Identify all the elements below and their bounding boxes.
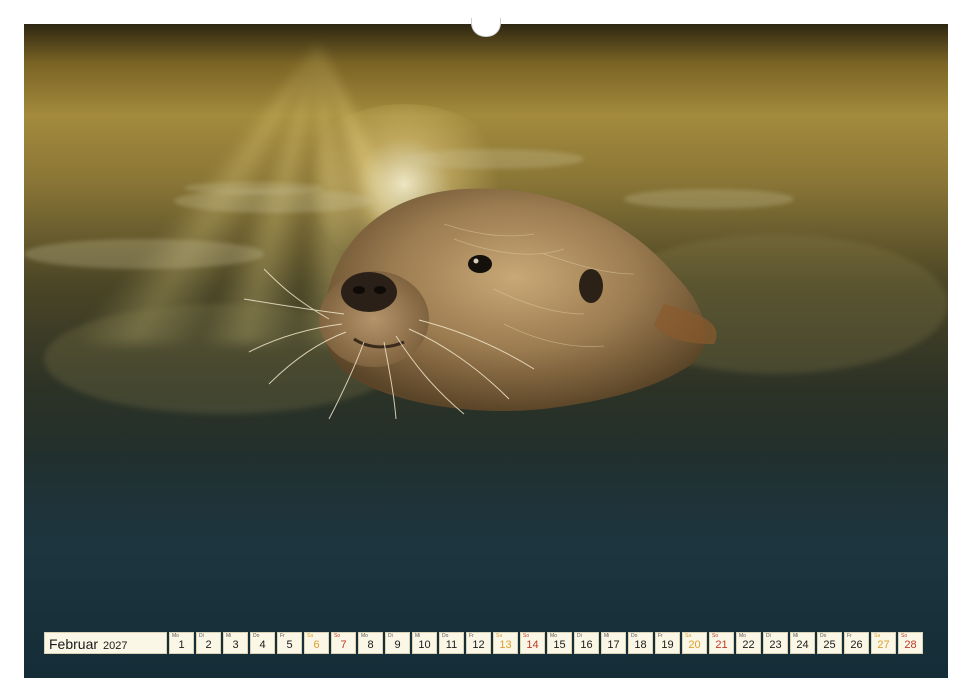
day-cell: Sa 27	[871, 632, 896, 654]
day-number: 7	[340, 639, 347, 651]
day-cell: Do 25	[817, 632, 842, 654]
day-number: 23	[769, 639, 782, 651]
day-cell: Fr 12	[466, 632, 491, 654]
day-cell: So 7	[331, 632, 356, 654]
day-number: 1	[178, 639, 185, 651]
day-number: 16	[580, 639, 593, 651]
day-number: 6	[313, 639, 320, 651]
otter-illustration	[243, 188, 717, 420]
month-calendar-strip: Februar 2027 Mo 1 Di 2 Mi 3 Do 4 Fr 5 Sa 6 So 7 Mo 8 Di 9…	[44, 632, 928, 656]
day-number: 12	[472, 639, 485, 651]
day-number: 2	[205, 639, 212, 651]
day-cell: Mo 8	[358, 632, 383, 654]
day-cell: So 21	[709, 632, 734, 654]
day-cell: Di 9	[385, 632, 410, 654]
day-cell: Mo 1	[169, 632, 194, 654]
day-number: 9	[394, 639, 401, 651]
day-number: 20	[688, 639, 701, 651]
day-cells: Mo 1 Di 2 Mi 3 Do 4 Fr 5 Sa 6 So 7 Mo 8 Di 9 Mi 10 Do 11 Fr 12 S…	[169, 632, 923, 656]
day-cell: Sa 13	[493, 632, 518, 654]
day-number: 27	[877, 639, 890, 651]
day-number: 28	[904, 639, 917, 651]
day-number: 19	[661, 639, 674, 651]
day-cell: Mi 10	[412, 632, 437, 654]
day-cell: Mi 24	[790, 632, 815, 654]
day-number: 21	[715, 639, 728, 651]
day-number: 25	[823, 639, 836, 651]
day-number: 5	[286, 639, 293, 651]
day-number: 17	[607, 639, 620, 651]
day-cell: So 14	[520, 632, 545, 654]
day-cell: Fr 19	[655, 632, 680, 654]
day-cell: Di 2	[196, 632, 221, 654]
day-cell: Mo 15	[547, 632, 572, 654]
day-cell: Di 16	[574, 632, 599, 654]
day-cell: Mi 17	[601, 632, 626, 654]
day-cell: Fr 5	[277, 632, 302, 654]
day-cell: Mo 22	[736, 632, 761, 654]
day-number: 18	[634, 639, 647, 651]
day-cell: Mi 3	[223, 632, 248, 654]
day-number: 26	[850, 639, 863, 651]
day-cell: Do 4	[250, 632, 275, 654]
calendar-photo-otter	[24, 24, 948, 678]
day-cell: Do 18	[628, 632, 653, 654]
day-number: 15	[553, 639, 566, 651]
day-number: 3	[232, 639, 239, 651]
day-number: 22	[742, 639, 755, 651]
day-cell: So 28	[898, 632, 923, 654]
day-cell: Do 11	[439, 632, 464, 654]
day-number: 10	[418, 639, 431, 651]
day-number: 24	[796, 639, 809, 651]
month-name: Februar	[49, 636, 99, 652]
month-label-cell: Februar 2027	[44, 632, 167, 654]
day-cell: Di 23	[763, 632, 788, 654]
day-number: 11	[445, 639, 458, 651]
day-number: 13	[499, 639, 512, 651]
day-cell: Sa 20	[682, 632, 707, 654]
day-cell: Sa 6	[304, 632, 329, 654]
day-cell: Fr 26	[844, 632, 869, 654]
day-number: 4	[259, 639, 266, 651]
day-number: 14	[526, 639, 539, 651]
month-year: 2027	[103, 640, 128, 652]
day-number: 8	[367, 639, 374, 651]
